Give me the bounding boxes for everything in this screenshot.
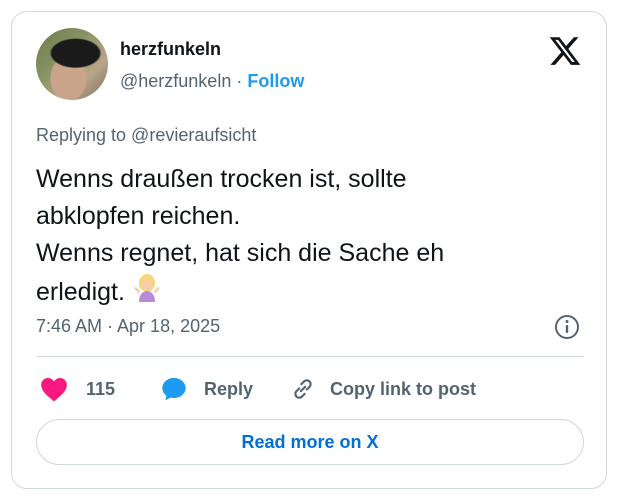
user-handle[interactable]: @herzfunkeln: [120, 71, 231, 91]
tweet-text: Wenns draußen trocken ist, sollte abklop…: [36, 161, 586, 311]
tweet-line: erledigt.: [36, 278, 125, 306]
tweet-card: herzfunkeln @herzfunkeln · Follow Replyi…: [11, 11, 607, 489]
tweet-line-last: erledigt.: [36, 272, 586, 311]
action-bar: 115 Reply Copy link to post: [36, 374, 584, 404]
read-more-button[interactable]: Read more on X: [36, 419, 584, 465]
copy-link-button[interactable]: Copy link to post: [290, 374, 476, 404]
reply-button[interactable]: Reply: [160, 374, 253, 404]
likes-count: 115: [86, 378, 116, 399]
timestamp[interactable]: 7:46 AM · Apr 18, 2025: [36, 316, 220, 337]
separator: ·: [236, 71, 243, 91]
like-button[interactable]: 115: [40, 374, 115, 404]
tweet-line: Wenns regnet, hat sich die Sache eh: [36, 239, 445, 267]
avatar[interactable]: [36, 28, 108, 100]
woman-shrugging-icon: [133, 274, 160, 302]
follow-button[interactable]: Follow: [247, 71, 304, 91]
x-logo-icon[interactable]: [548, 34, 582, 68]
info-icon[interactable]: [553, 313, 581, 341]
tweet-line: abklopfen reichen.: [36, 202, 241, 230]
handle-row: @herzfunkeln · Follow: [120, 71, 304, 92]
replying-to: Replying to @revieraufsicht: [36, 125, 257, 145]
copy-link-label: Copy link to post: [330, 378, 476, 399]
reply-bubble-icon: [162, 377, 186, 401]
tweet-line: Wenns draußen trocken ist, sollte: [36, 165, 407, 193]
link-icon: [294, 379, 312, 399]
reply-label: Reply: [204, 378, 254, 399]
user-name[interactable]: herzfunkeln: [120, 39, 221, 60]
divider: [36, 356, 584, 357]
heart-icon: [41, 378, 67, 402]
